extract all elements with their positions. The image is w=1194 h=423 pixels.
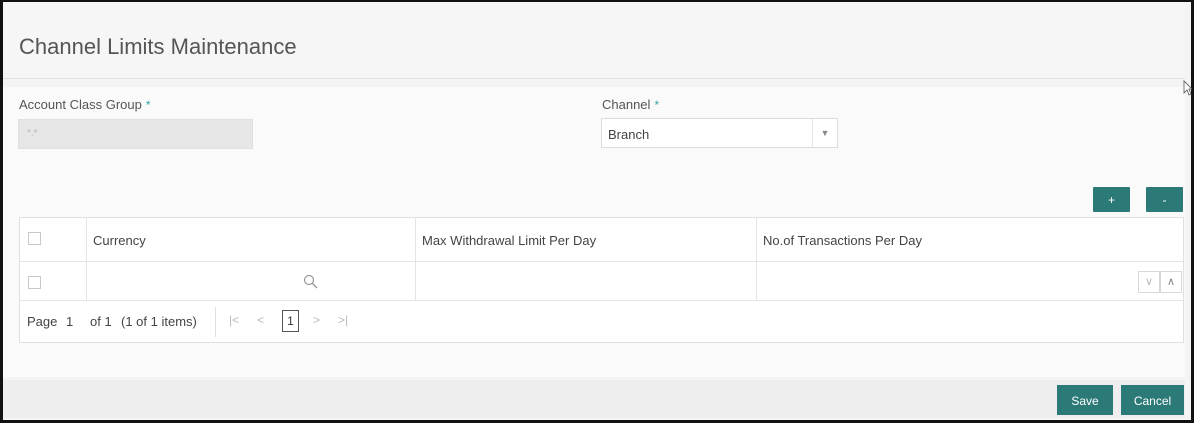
mouse-cursor-icon [1183,80,1192,96]
account-class-group-label-text: Account Class Group [19,97,142,112]
chevron-up-icon[interactable]: ∧ [1160,271,1182,293]
title-bar: Channel Limits Maintenance [3,2,1185,79]
select-all-checkbox[interactable] [28,232,41,245]
channel-value: Branch [608,127,650,142]
required-mark: * [145,98,151,112]
search-icon[interactable] [303,274,319,290]
first-page-icon[interactable]: |< [229,313,239,327]
pagination-bar: Page 1 of 1 (1 of 1 items) |< < 1 > >| [20,301,1183,343]
page-title: Channel Limits Maintenance [19,34,297,59]
header-transactions[interactable]: No.of Transactions Per Day [757,218,1184,261]
header-select-cell [20,218,87,261]
currency-cell[interactable] [87,262,416,300]
chevron-down-icon[interactable]: ∨ [1138,271,1160,293]
channel-select[interactable]: Branch ▼ [601,118,838,148]
pager-divider [215,307,216,337]
account-class-group-value: *.* [27,128,38,139]
current-page-button[interactable]: 1 [282,310,299,332]
cancel-button[interactable]: Cancel [1121,385,1184,415]
prev-page-icon[interactable]: < [257,313,264,327]
account-class-group-input[interactable]: *.* [18,119,253,149]
footer-bar [3,380,1185,418]
transactions-cell[interactable]: ∨ ∧ [757,262,1184,300]
header-max-withdrawal-label: Max Withdrawal Limit Per Day [422,233,597,248]
limits-grid: Currency Max Withdrawal Limit Per Day No… [19,217,1184,343]
add-row-button[interactable]: + [1093,187,1130,212]
channel-label: Channel * [602,97,659,112]
remove-row-button[interactable]: - [1146,187,1183,212]
header-transactions-label: No.of Transactions Per Day [763,233,922,248]
required-mark: * [654,98,660,112]
row-checkbox[interactable] [28,276,41,289]
transactions-stepper: ∨ ∧ [1138,271,1184,293]
next-page-icon[interactable]: > [313,313,320,327]
grid-header-row: Currency Max Withdrawal Limit Per Day No… [20,218,1183,262]
dropdown-arrow-icon[interactable]: ▼ [812,119,837,147]
header-currency[interactable]: Currency [87,218,416,261]
save-button[interactable]: Save [1057,385,1113,415]
account-class-group-label: Account Class Group * [19,97,151,112]
page-of-text: of 1 [90,314,112,329]
max-withdrawal-cell[interactable] [416,262,757,300]
page-number-input[interactable]: 1 [66,314,73,329]
last-page-icon[interactable]: >| [338,313,348,327]
items-count-text: (1 of 1 items) [121,314,197,329]
header-currency-label: Currency [93,233,146,248]
row-select-cell [20,262,87,300]
table-row: ∨ ∧ [20,262,1183,301]
header-max-withdrawal[interactable]: Max Withdrawal Limit Per Day [416,218,757,261]
channel-label-text: Channel [602,97,651,112]
page-label: Page [27,314,58,329]
